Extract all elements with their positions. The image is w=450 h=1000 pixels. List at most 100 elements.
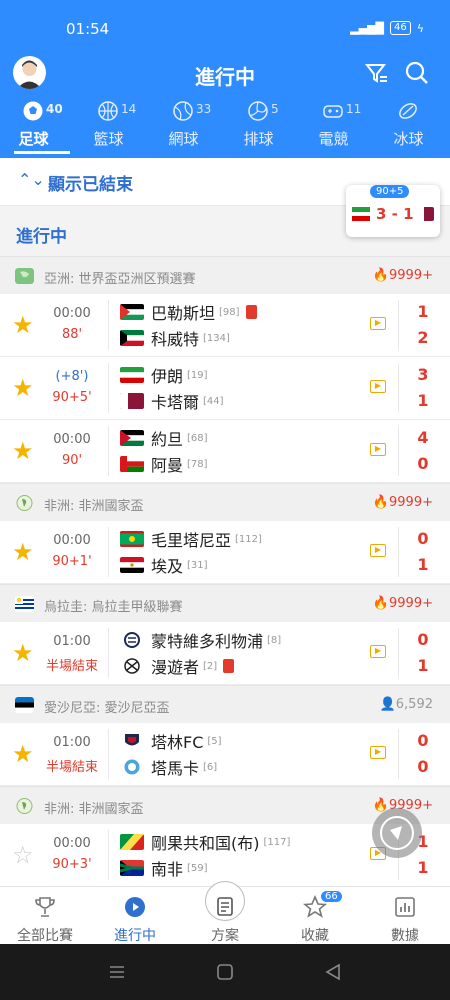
qatar-flag-icon xyxy=(420,207,434,221)
team-rank: [117] xyxy=(263,836,291,848)
floating-action-button[interactable] xyxy=(372,808,422,858)
divider xyxy=(108,729,109,779)
away-team: 埃及 [31] xyxy=(120,555,208,576)
heat-value: 9999+ xyxy=(389,596,433,611)
favorite-star-icon[interactable]: ★ xyxy=(12,437,34,465)
divider xyxy=(108,363,109,413)
league-name: 非洲: 非洲國家盃 xyxy=(44,802,144,817)
home-icon[interactable] xyxy=(216,963,234,981)
match-row[interactable]: ★ 00:00 90' 約旦 [68] 阿曼 [78] ▶ 4 0 xyxy=(0,420,450,483)
league-header[interactable]: 烏拉圭: 烏拉圭甲級聯賽 🔥9999+ xyxy=(0,584,450,622)
team-name: 卡塔爾 xyxy=(151,393,200,412)
nav-all-matches[interactable]: 全部比賽 xyxy=(0,887,90,944)
league-header[interactable]: 愛沙尼亞: 愛沙尼亞盃 👤6,592 xyxy=(0,685,450,723)
signal-icon: ▂▄▆█ xyxy=(350,21,384,35)
video-icon[interactable]: ▶ xyxy=(370,544,386,557)
congo-flag-icon xyxy=(120,834,144,850)
chart-icon xyxy=(395,897,415,917)
tab-count: 14 xyxy=(121,102,137,116)
team-rank: [134] xyxy=(203,332,230,344)
favorite-star-icon[interactable]: ★ xyxy=(12,538,34,566)
play-circle-icon xyxy=(125,897,145,917)
favorite-star-icon[interactable]: ★ xyxy=(12,311,34,339)
video-icon[interactable]: ▶ xyxy=(370,380,386,393)
team-name: 科威特 xyxy=(151,330,200,349)
away-score: 0 xyxy=(417,757,429,776)
live-score-card[interactable]: 90+5 3 - 1 xyxy=(346,185,440,237)
away-team: 卡塔爾 [44] xyxy=(120,391,224,412)
red-card-icon xyxy=(223,659,235,673)
match-row[interactable]: ★ 01:00 半場結束 塔林FC [5] 塔馬卡 [6] ▶ 0 0 xyxy=(0,723,450,786)
tab-volleyball[interactable]: 5 排球 xyxy=(225,94,300,158)
search-icon[interactable] xyxy=(404,60,430,86)
video-icon[interactable]: ▶ xyxy=(370,317,386,330)
match-row[interactable]: ★ 01:00 半場結束 蒙特維多利物浦 [8] 漫遊者 [2] ▶ 0 1 xyxy=(0,622,450,685)
match-time: 00:00 xyxy=(53,836,91,851)
away-score: 1 xyxy=(417,555,429,574)
league-name: 烏拉圭: 烏拉圭甲級聯賽 xyxy=(44,600,183,615)
tab-esports[interactable]: 11 電競 xyxy=(300,94,375,158)
kuwait-flag-icon xyxy=(120,330,144,346)
tab-tennis[interactable]: 33 網球 xyxy=(150,94,225,158)
favorite-star-icon[interactable]: ☆ xyxy=(12,841,34,869)
nav-label: 全部比賽 xyxy=(17,928,73,944)
tab-label: 冰球 xyxy=(393,130,424,148)
team-name: 南非 xyxy=(151,860,184,879)
south-africa-flag-icon xyxy=(120,860,144,876)
divider xyxy=(398,300,399,350)
league-header[interactable]: 非洲: 非洲國家盃 🔥9999+ xyxy=(0,483,450,521)
team-rank: [2] xyxy=(203,660,218,672)
away-team: 科威特 [134] xyxy=(120,328,230,349)
away-score: 0 xyxy=(417,454,429,473)
home-score: 4 xyxy=(417,428,429,447)
team-name: 剛果共和国(布) xyxy=(151,834,260,853)
divider xyxy=(398,729,399,779)
tab-count: 40 xyxy=(46,102,63,116)
expand-collapse-icon: ⌃⌄ xyxy=(18,170,45,189)
tab-hockey[interactable]: 冰球 xyxy=(375,94,450,158)
league-name: 非洲: 非洲國家盃 xyxy=(44,499,144,514)
team-rank: [19] xyxy=(187,369,208,381)
nav-data[interactable]: 數據 xyxy=(360,887,450,944)
recents-icon[interactable] xyxy=(108,964,126,980)
favorite-star-icon[interactable]: ★ xyxy=(12,740,34,768)
back-icon[interactable] xyxy=(324,963,342,981)
favorite-star-icon[interactable]: ★ xyxy=(12,374,34,402)
system-nav-bar xyxy=(0,944,450,1000)
video-icon[interactable]: ▶ xyxy=(370,443,386,456)
tab-football[interactable]: 40 足球 xyxy=(0,94,75,158)
tab-basketball[interactable]: 14 籃球 xyxy=(75,94,150,158)
divider xyxy=(108,628,109,678)
match-time: 01:00 xyxy=(53,735,91,750)
match-status: 90+5' xyxy=(52,390,92,405)
nav-favorites[interactable]: 66 收藏 xyxy=(270,887,360,944)
team-rank: [59] xyxy=(187,862,208,874)
match-time: 00:00 xyxy=(53,533,91,548)
home-score: 3 xyxy=(417,365,429,384)
tab-label: 排球 xyxy=(243,130,274,148)
league-header[interactable]: 亞洲: 世界盃亞洲区預選賽 🔥9999+ xyxy=(0,256,450,294)
match-row[interactable]: ★ (+8') 90+5' 伊朗 [19] 卡塔爾 [44] ▶ 3 1 xyxy=(0,357,450,420)
match-time: 01:00 xyxy=(53,634,91,649)
live-score: 3 - 1 xyxy=(376,205,414,223)
match-row[interactable]: ★ 00:00 88' 巴勒斯坦 [98] 科威特 [134] ▶ 1 2 xyxy=(0,294,450,357)
nav-plans[interactable]: 方案 xyxy=(180,881,270,944)
match-row[interactable]: ★ 00:00 90+1' 毛里塔尼亞 [112] 埃及 [31] ▶ 0 1 xyxy=(0,521,450,584)
video-icon[interactable]: ▶ xyxy=(370,645,386,658)
away-team: 塔馬卡 [6] xyxy=(120,757,217,778)
team-name: 埃及 xyxy=(151,557,184,576)
tab-count: 33 xyxy=(196,102,212,116)
red-card-icon xyxy=(245,305,257,319)
nav-live[interactable]: 進行中 xyxy=(90,887,180,944)
team-name: 塔馬卡 xyxy=(151,759,200,778)
charging-icon: ϟ xyxy=(416,21,424,35)
active-tab-indicator xyxy=(14,151,70,154)
estonia-flag-icon xyxy=(15,697,34,713)
filter-icon[interactable] xyxy=(364,60,390,86)
match-status: 88' xyxy=(61,327,83,342)
live-time-badge: 90+5 xyxy=(370,185,410,198)
favorite-star-icon[interactable]: ★ xyxy=(12,639,34,667)
home-team: 剛果共和国(布) [117] xyxy=(120,832,291,853)
video-icon[interactable]: ▶ xyxy=(370,746,386,759)
africa-globe-icon xyxy=(16,798,33,814)
